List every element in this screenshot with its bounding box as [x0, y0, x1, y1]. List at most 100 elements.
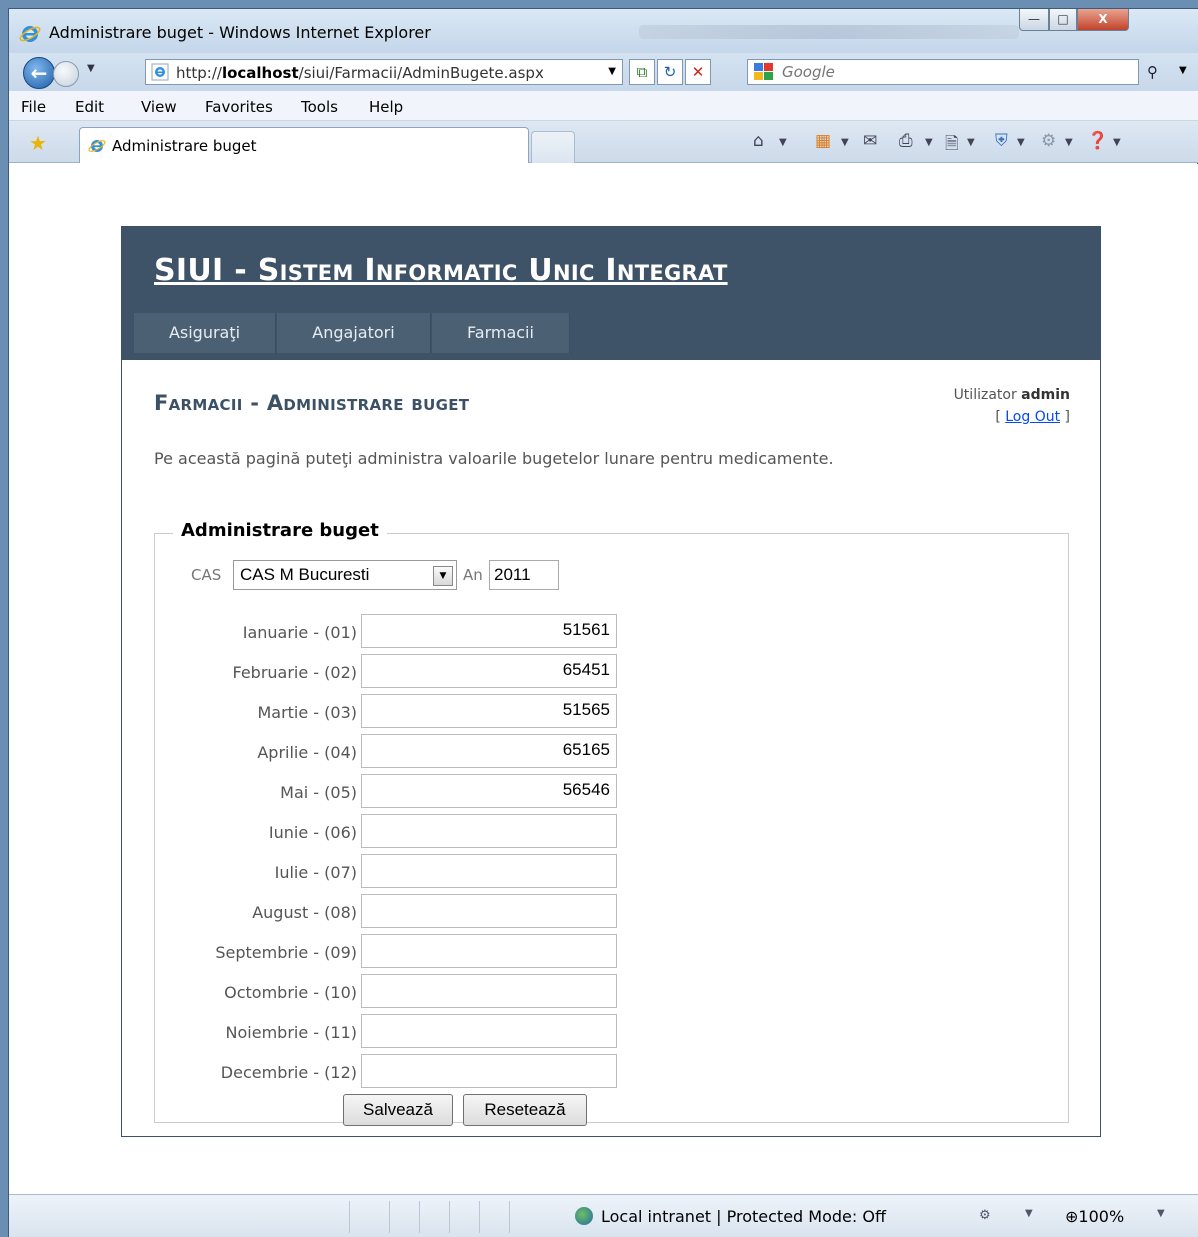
print-icon[interactable]: ⎙	[899, 131, 913, 151]
logout-link[interactable]: Log Out	[1005, 409, 1060, 425]
month-row: Septembrie - (09)	[175, 934, 617, 974]
nav-item-asigurati[interactable]: Asiguraţi	[134, 313, 276, 353]
recent-pages-dropdown[interactable]: ▼	[87, 63, 95, 74]
user-label: Utilizator	[953, 387, 1017, 403]
google-logo-icon	[754, 63, 773, 80]
back-button[interactable]: ←	[23, 57, 55, 89]
nav-item-angajatori[interactable]: Angajatori	[277, 313, 431, 353]
zoom-dropdown[interactable]: ▼	[1157, 1208, 1165, 1219]
print-dropdown[interactable]: ▼	[925, 137, 933, 148]
month-label: Februarie - (02)	[232, 663, 357, 682]
search-input[interactable]	[782, 63, 1082, 81]
month-input[interactable]: 65165	[361, 734, 617, 768]
month-input[interactable]: 65451	[361, 654, 617, 688]
search-box[interactable]	[747, 59, 1139, 85]
fieldset-legend: Administrare buget	[173, 520, 387, 541]
month-input[interactable]	[361, 934, 617, 968]
minimize-button[interactable]: —	[1019, 9, 1049, 31]
month-label: Octombrie - (10)	[224, 983, 357, 1002]
zoom-level: 100%	[1078, 1207, 1125, 1226]
menu-view[interactable]: View	[141, 98, 177, 116]
address-bar[interactable]: http://localhost/siui/Farmacii/AdminBuge…	[145, 59, 623, 85]
feeds-dropdown[interactable]: ▼	[841, 137, 849, 148]
compatibility-view-button[interactable]: ⧉	[629, 59, 655, 85]
search-options-dropdown[interactable]: ▼	[1179, 65, 1187, 76]
site-title[interactable]: SIUI - Sistem Informatic Unic Integrat	[154, 253, 728, 288]
tools-icon[interactable]: ⚙	[1041, 131, 1056, 151]
cas-select[interactable]: CAS M Bucuresti ▼	[233, 560, 457, 590]
chevron-down-icon[interactable]: ▼	[433, 566, 453, 586]
help-dropdown[interactable]: ▼	[1113, 137, 1121, 148]
safety-icon[interactable]: ⛨	[995, 131, 1008, 151]
status-divider	[479, 1201, 480, 1233]
search-icon[interactable]: ⚲	[1147, 63, 1158, 81]
page-dropdown[interactable]: ▼	[967, 137, 975, 148]
month-row: Noiembrie - (11)	[175, 1014, 617, 1054]
month-label: Septembrie - (09)	[215, 943, 357, 962]
globe-icon	[575, 1207, 593, 1225]
reset-button[interactable]: Resetează	[463, 1094, 587, 1126]
url-text[interactable]: http://localhost/siui/Farmacii/AdminBuge…	[176, 64, 544, 82]
year-label: An	[463, 566, 483, 584]
month-input[interactable]	[361, 894, 617, 928]
menu-help[interactable]: Help	[369, 98, 403, 116]
safety-dropdown[interactable]: ▼	[1017, 137, 1025, 148]
month-row: Aprilie - (04) 65165	[175, 734, 617, 774]
new-tab-button[interactable]	[531, 131, 575, 163]
nav-item-farmacii[interactable]: Farmacii	[432, 313, 570, 353]
protected-mode-icon[interactable]: ⚙	[979, 1208, 991, 1223]
month-input[interactable]	[361, 1014, 617, 1048]
month-row: August - (08)	[175, 894, 617, 934]
month-row: Mai - (05) 56546	[175, 774, 617, 814]
button-row: Salvează Resetează	[175, 1094, 605, 1134]
month-row: Februarie - (02) 65451	[175, 654, 617, 694]
browser-window: Administrare buget - Windows Internet Ex…	[8, 8, 1198, 1237]
blurred-background-text	[639, 25, 1019, 39]
month-input[interactable]	[361, 1054, 617, 1088]
menu-file[interactable]: File	[21, 98, 46, 116]
mail-icon[interactable]: ✉	[863, 131, 877, 151]
month-input[interactable]: 51565	[361, 694, 617, 728]
ie-tab-icon	[88, 140, 106, 152]
maximize-button[interactable]: □	[1049, 9, 1077, 31]
year-input[interactable]: 2011	[489, 560, 559, 590]
month-label: Noiembrie - (11)	[225, 1023, 357, 1042]
month-input[interactable]	[361, 814, 617, 848]
page-title: Farmacii - Administrare buget	[154, 391, 470, 415]
stop-button[interactable]: ✕	[685, 59, 711, 85]
home-icon[interactable]: ⌂	[753, 131, 764, 151]
help-icon[interactable]: ❓	[1087, 131, 1108, 151]
month-input[interactable]: 56546	[361, 774, 617, 808]
menu-favorites[interactable]: Favorites	[205, 98, 273, 116]
status-dropdown[interactable]: ▼	[1025, 1208, 1033, 1219]
zoom-icon: ⊕	[1065, 1207, 1079, 1226]
forward-button[interactable]	[53, 61, 79, 87]
user-info: Utilizator admin [ Log Out ]	[954, 384, 1070, 428]
feeds-icon[interactable]: ▦	[815, 131, 831, 151]
zoom-control[interactable]: ⊕100%	[1065, 1207, 1124, 1226]
month-input[interactable]: 51561	[361, 614, 617, 648]
logout-bracket-close: ]	[1064, 409, 1070, 425]
security-zone[interactable]: Local intranet | Protected Mode: Off	[575, 1207, 886, 1226]
save-button[interactable]: Salvează	[343, 1094, 453, 1126]
tools-dropdown[interactable]: ▼	[1065, 137, 1073, 148]
month-row: Decembrie - (12)	[175, 1054, 617, 1094]
tab-administrare-buget[interactable]: Administrare buget	[79, 127, 529, 163]
month-row: Octombrie - (10)	[175, 974, 617, 1014]
menu-edit[interactable]: Edit	[75, 98, 104, 116]
home-dropdown[interactable]: ▼	[779, 137, 787, 148]
page-icon[interactable]: 🗎	[945, 131, 959, 160]
ie-logo-icon	[19, 26, 41, 42]
page-content: SIUI - Sistem Informatic Unic Integrat A…	[9, 164, 1198, 1194]
close-button[interactable]: X	[1077, 9, 1129, 31]
status-divider	[349, 1201, 350, 1233]
status-divider	[389, 1201, 390, 1233]
favorites-star-icon[interactable]: ★	[29, 131, 47, 155]
month-input[interactable]	[361, 854, 617, 888]
refresh-button[interactable]: ↻	[657, 59, 683, 85]
month-input[interactable]	[361, 974, 617, 1008]
tab-title: Administrare buget	[112, 137, 257, 155]
month-row: Martie - (03) 51565	[175, 694, 617, 734]
menu-tools[interactable]: Tools	[301, 98, 338, 116]
address-dropdown[interactable]: ▼	[608, 66, 616, 77]
